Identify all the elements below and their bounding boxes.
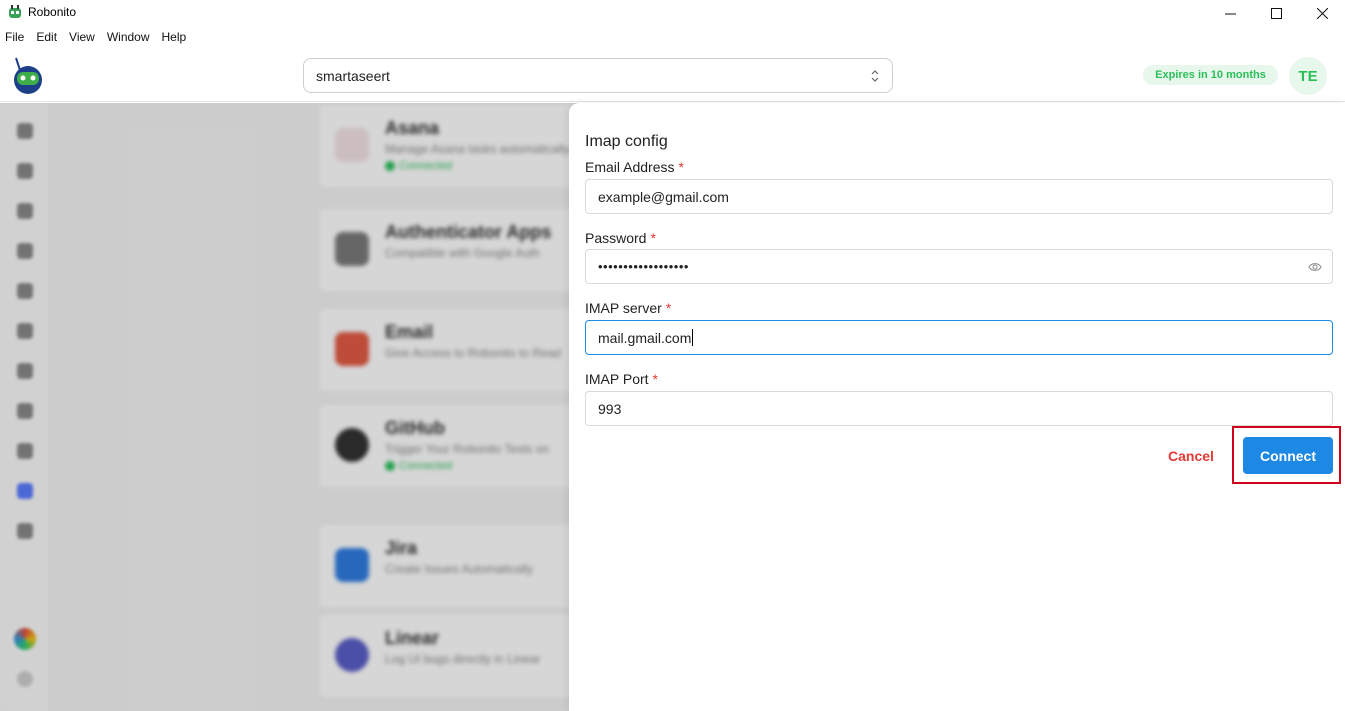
email-label-text: Email Address <box>585 159 675 175</box>
password-label: Password * <box>585 230 656 246</box>
email-label: Email Address * <box>585 159 684 175</box>
menu-window[interactable]: Window <box>101 28 156 48</box>
required-mark: * <box>665 300 672 316</box>
imap-config-drawer: Imap config Email Address * example@gmail… <box>569 103 1345 711</box>
imap-port-label-text: IMAP Port <box>585 371 649 387</box>
menu-help[interactable]: Help <box>156 28 193 48</box>
window-controls <box>1207 0 1345 26</box>
title-bar: Robonito <box>0 0 1345 26</box>
app-header: smartaseert Expires in 10 months TE <box>0 50 1345 102</box>
menu-file[interactable]: File <box>0 28 30 48</box>
imap-port-label: IMAP Port * <box>585 371 658 387</box>
robonito-logo-icon[interactable] <box>10 56 46 94</box>
password-field-value: •••••••••••••••••• <box>598 259 689 274</box>
user-avatar[interactable]: TE <box>1289 57 1327 95</box>
imap-server-label: IMAP server * <box>585 300 671 316</box>
required-mark: * <box>650 230 656 246</box>
password-field[interactable]: •••••••••••••••••• <box>585 249 1333 284</box>
menu-view[interactable]: View <box>63 28 101 48</box>
menu-edit[interactable]: Edit <box>30 28 63 48</box>
imap-port-field-value: 993 <box>598 400 622 417</box>
workspace-select-value: smartaseert <box>316 67 390 84</box>
menu-bar: File Edit View Window Help <box>0 28 192 48</box>
imap-port-field[interactable]: 993 <box>585 391 1333 426</box>
drawer-title: Imap config <box>585 133 668 150</box>
connect-button[interactable]: Connect <box>1243 437 1333 474</box>
close-button[interactable] <box>1299 0 1345 26</box>
password-label-text: Password <box>585 230 647 246</box>
maximize-button[interactable] <box>1253 0 1299 26</box>
chevron-updown-icon <box>871 70 879 82</box>
imap-server-label-text: IMAP server <box>585 300 662 316</box>
expiry-badge: Expires in 10 months <box>1143 65 1278 85</box>
minimize-button[interactable] <box>1207 0 1253 26</box>
imap-server-field-value: mail.gmail.com <box>598 329 692 346</box>
maximize-icon <box>1270 7 1282 19</box>
cancel-button[interactable]: Cancel <box>1161 438 1221 474</box>
eye-icon[interactable] <box>1308 261 1322 273</box>
email-field-value: example@gmail.com <box>598 188 729 205</box>
email-field[interactable]: example@gmail.com <box>585 179 1333 214</box>
text-caret <box>692 329 694 346</box>
required-mark: * <box>652 371 658 387</box>
close-icon <box>1316 7 1328 19</box>
window-title: Robonito <box>28 5 77 19</box>
required-mark: * <box>678 159 684 175</box>
minimize-icon <box>1224 13 1236 14</box>
workspace-select[interactable]: smartaseert <box>303 58 893 93</box>
imap-server-field[interactable]: mail.gmail.com <box>585 320 1333 355</box>
robonito-app-icon <box>9 5 21 18</box>
